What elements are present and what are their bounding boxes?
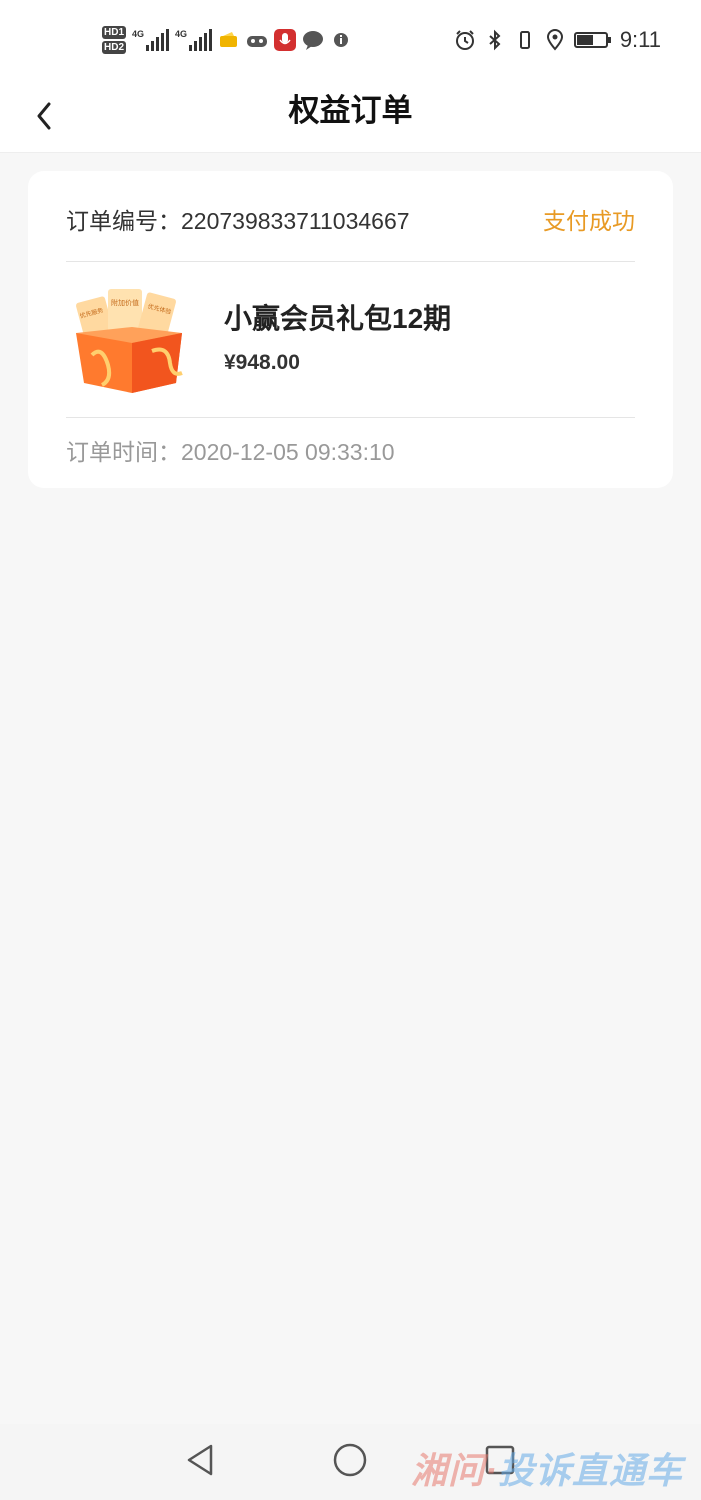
- signal-2-icon: 4G: [175, 29, 213, 51]
- alarm-icon: [455, 30, 474, 50]
- product-name: 小赢会员礼包12期: [224, 303, 452, 334]
- gift-box-image: 附加价值 优先服务 优先体验: [76, 289, 183, 393]
- status-right: 9:11: [454, 18, 661, 62]
- product-row[interactable]: 附加价值 优先服务 优先体验 小赢会员礼包12期 ¥948.00: [66, 275, 635, 401]
- clock: 9:11: [619, 27, 661, 52]
- divider: [66, 261, 635, 262]
- system-nav-bar: 湘问·投诉直通车: [0, 1424, 701, 1500]
- circle-home-icon: [333, 1443, 367, 1477]
- order-card[interactable]: 订单编号：220739833711034667 支付成功 附加价值 优先服务 优…: [28, 171, 673, 488]
- signal-1-label: 4G: [132, 29, 145, 39]
- signal-2-label: 4G: [175, 29, 188, 39]
- hd-indicator: HD1 HD2: [102, 26, 127, 54]
- order-time-label: 订单时间：: [66, 439, 181, 465]
- triangle-back-icon: [187, 1444, 213, 1476]
- nav-home-button[interactable]: [330, 1440, 370, 1480]
- microphone-icon: [274, 29, 297, 51]
- hd2-badge: HD2: [102, 41, 127, 54]
- game-controller-icon: [247, 36, 268, 47]
- order-number: 订单编号：220739833711034667: [66, 202, 410, 236]
- watermark: 湘问·投诉直通车: [411, 1442, 683, 1494]
- signal-1-icon: 4G: [132, 29, 170, 51]
- location-icon: [546, 29, 563, 51]
- order-number-value: 220739833711034667: [181, 208, 410, 234]
- order-time: 订单时间：2020-12-05 09:33:10: [66, 433, 635, 467]
- order-number-label: 订单编号：: [66, 208, 181, 234]
- status-left: HD1 HD2 4G 4G: [102, 18, 352, 62]
- product-price: ¥948.00: [224, 351, 300, 374]
- info-icon: [334, 33, 349, 47]
- nav-header: 权益订单: [0, 80, 701, 153]
- battery-icon: [573, 32, 611, 48]
- order-header-row: 订单编号：220739833711034667 支付成功: [66, 201, 635, 237]
- hd1-badge: HD1: [102, 26, 127, 39]
- wallet-icon: [220, 32, 238, 47]
- nav-back-button[interactable]: [180, 1440, 220, 1480]
- page-title: 权益订单: [288, 93, 413, 128]
- divider: [66, 417, 635, 418]
- watermark-part2: 投诉直通车: [497, 1450, 683, 1491]
- watermark-part1: 湘问·: [410, 1450, 498, 1491]
- order-status: 支付成功: [543, 208, 635, 234]
- bluetooth-icon: [489, 29, 501, 51]
- vibrate-icon: [519, 31, 530, 49]
- chat-bubble-icon: [303, 31, 324, 50]
- thumb-tag-1: 附加价值: [111, 298, 139, 307]
- status-bar: HD1 HD2 4G 4G 9:11: [0, 0, 701, 80]
- order-time-value: 2020-12-05 09:33:10: [181, 439, 395, 465]
